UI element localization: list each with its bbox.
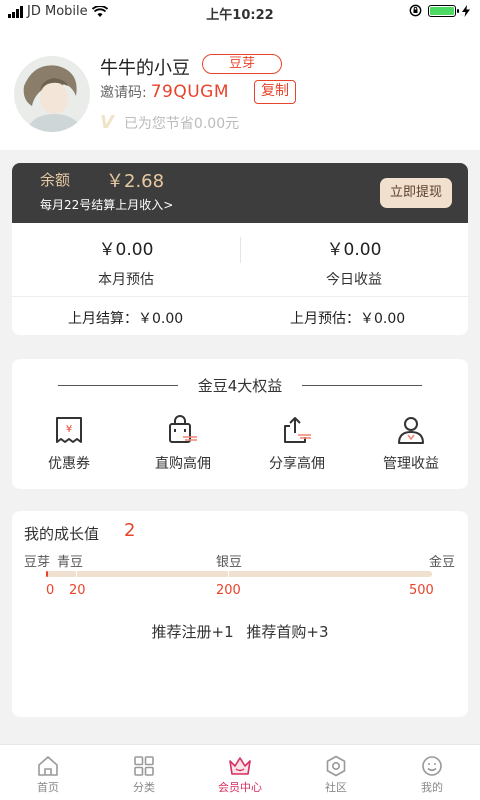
user-manage-icon	[398, 417, 424, 444]
invite-label: 邀请码:	[100, 85, 147, 101]
avatar[interactable]	[14, 56, 90, 132]
threshold-500: 500	[409, 583, 434, 598]
today-income: ￥0.00 今日收益	[240, 223, 468, 297]
tab-community[interactable]: 社区	[288, 745, 384, 800]
threshold-200: 200	[216, 583, 241, 598]
avatar-image	[14, 56, 90, 132]
settlement-note-link[interactable]: 每月22号结算上月收入>	[40, 196, 173, 213]
battery-icon	[428, 4, 459, 17]
last-month-estimate: 上月预估：￥0.00	[290, 311, 406, 327]
last-month-row: 上月结算：￥0.00 上月预估：￥0.00	[12, 297, 468, 335]
tab-label: 社区	[325, 781, 347, 794]
copy-invite-button[interactable]: 复制	[254, 80, 296, 104]
tab-home[interactable]: 首页	[0, 745, 96, 800]
benefit-coupon[interactable]: ¥ 优惠券	[12, 415, 126, 473]
tab-label: 我的	[421, 781, 443, 794]
threshold-0: 0	[46, 583, 55, 598]
benefit-share[interactable]: 分享高佣	[240, 415, 354, 473]
invite-code: 79QUGM	[150, 82, 230, 102]
divider	[302, 385, 422, 386]
progress-tick	[228, 571, 229, 577]
charging-icon	[462, 4, 470, 17]
coupon-icon: ¥	[56, 417, 82, 443]
stage-label-gold: 金豆	[429, 555, 456, 570]
tab-profile[interactable]: 我的	[384, 745, 480, 800]
balance-card: 余额 ￥2.68 每月22号结算上月收入> 立即提现 ￥0.00 本月预估 ￥0…	[12, 163, 468, 335]
category-icon	[134, 756, 154, 776]
month-estimate-label: 本月预估	[98, 272, 154, 288]
month-estimate: ￥0.00 本月预估	[12, 223, 240, 297]
savings-row: V 已为您节省0.00元	[100, 112, 239, 133]
growth-card: 我的成长值 2 豆芽 青豆 银豆 金豆 0 20 200 500 推荐注册+1 …	[12, 511, 468, 717]
growth-value: 2	[124, 520, 136, 541]
today-income-label: 今日收益	[326, 272, 382, 288]
tab-label: 分类	[133, 781, 155, 794]
month-estimate-value: ￥0.00	[98, 240, 154, 260]
invite-code-row: 邀请码: 79QUGM	[100, 82, 229, 102]
benefit-direct-buy[interactable]: 直购高佣	[126, 415, 240, 473]
last-month-settlement: 上月结算：￥0.00	[68, 311, 184, 327]
shopping-bag-icon	[169, 415, 197, 443]
divider	[58, 385, 178, 386]
growth-title: 我的成长值	[24, 525, 100, 543]
savings-text: 已为您节省0.00元	[123, 115, 240, 132]
benefits-card: 金豆4大权益 ¥ 优惠券 直购高佣 分享高佣 管理收益	[12, 359, 468, 489]
stage-label-green: 青豆	[57, 555, 84, 570]
benefit-label: 优惠券	[48, 456, 90, 472]
community-icon	[326, 755, 346, 777]
balance-label: 余额	[40, 171, 71, 189]
share-icon	[284, 417, 311, 443]
benefits-title: 金豆4大权益	[197, 377, 283, 395]
balance-header: 余额 ￥2.68 每月22号结算上月收入> 立即提现	[12, 163, 468, 223]
benefit-label: 直购高佣	[155, 456, 211, 472]
benefit-manage-earnings[interactable]: 管理收益	[354, 415, 468, 473]
user-name: 牛牛的小豆	[100, 58, 190, 79]
bottom-tab-bar: 首页 分类 会员中心 社区 我的	[0, 744, 480, 800]
svg-text:¥: ¥	[66, 424, 72, 435]
withdraw-button[interactable]: 立即提现	[380, 178, 452, 208]
status-right	[409, 4, 470, 17]
status-bar: JD Mobile 上午10:22	[0, 0, 480, 24]
benefit-label: 分享高佣	[269, 456, 325, 472]
tab-label: 会员中心	[218, 781, 262, 794]
tab-label: 首页	[37, 781, 59, 794]
estimate-row: ￥0.00 本月预估 ￥0.00 今日收益	[12, 223, 468, 297]
growth-progress-fill	[46, 571, 48, 577]
threshold-20: 20	[69, 583, 86, 598]
growth-tips: 推荐注册+1 推荐首购+3	[151, 623, 329, 641]
vip-v-icon: V	[100, 112, 114, 133]
growth-progress-bar	[46, 571, 432, 577]
crown-icon	[229, 757, 251, 775]
progress-tick	[76, 571, 77, 577]
profile-icon	[422, 756, 442, 776]
status-time: 上午10:22	[206, 8, 274, 23]
stage-label-sprout: 豆芽	[24, 555, 51, 570]
home-icon	[38, 756, 58, 776]
profile-header: 牛牛的小豆 豆芽 邀请码: 79QUGM 复制 V 已为您节省0.00元	[0, 24, 480, 150]
tab-member-center[interactable]: 会员中心	[192, 745, 288, 800]
level-badge: 豆芽	[202, 54, 282, 74]
benefit-label: 管理收益	[383, 456, 439, 472]
rotation-lock-icon	[409, 4, 422, 17]
balance-value: ￥2.68	[106, 171, 165, 192]
tab-category[interactable]: 分类	[96, 745, 192, 800]
today-income-value: ￥0.00	[326, 240, 382, 260]
benefits-title-row: 金豆4大权益	[12, 375, 468, 396]
stage-label-silver: 银豆	[216, 555, 243, 570]
